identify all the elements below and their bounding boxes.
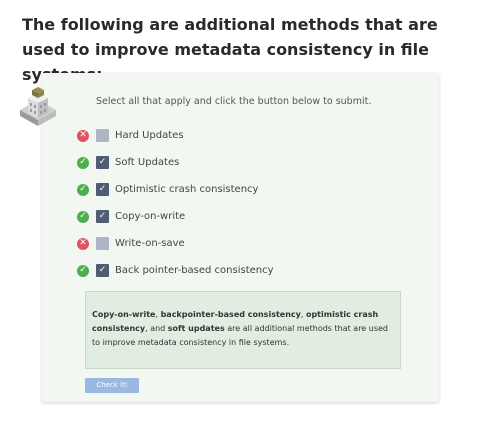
quiz-instructions: Select all that apply and click the butt… [96,96,372,107]
feedback-term: backpointer-based consistency [160,310,301,319]
check-circle-icon: ✓ [77,183,89,196]
option-label: Optimistic crash consistency [115,184,259,195]
feedback-text: , and [145,324,168,333]
option-label: Copy-on-write [115,211,186,222]
building-icon [16,84,58,128]
option-label: Soft Updates [115,157,180,168]
feedback-term: Copy-on-write [92,310,156,319]
checkbox-write-on-save[interactable] [96,237,109,250]
check-circle-icon: ✓ [77,156,89,169]
option-soft-updates[interactable]: ✓ ✓ Soft Updates [77,149,274,176]
option-label: Back pointer-based consistency [115,265,274,276]
option-back-pointer-based-consistency[interactable]: ✓ ✓ Back pointer-based consistency [77,257,274,284]
check-it-button[interactable]: Check it! [85,378,139,393]
checkbox-back-pointer-based-consistency[interactable]: ✓ [96,264,109,277]
option-label: Hard Updates [115,130,184,141]
feedback-term: soft updates [167,324,225,333]
x-circle-icon: ✕ [77,129,89,142]
checkbox-optimistic-crash-consistency[interactable]: ✓ [96,183,109,196]
x-circle-icon: ✕ [77,237,89,250]
checkbox-hard-updates[interactable] [96,129,109,142]
option-optimistic-crash-consistency[interactable]: ✓ ✓ Optimistic crash consistency [77,176,274,203]
option-copy-on-write[interactable]: ✓ ✓ Copy-on-write [77,203,274,230]
option-hard-updates[interactable]: ✕ Hard Updates [77,122,274,149]
check-circle-icon: ✓ [77,210,89,223]
checkbox-copy-on-write[interactable]: ✓ [96,210,109,223]
option-write-on-save[interactable]: ✕ Write-on-save [77,230,274,257]
feedback-box: Copy-on-write, backpointer-based consist… [85,291,401,369]
check-circle-icon: ✓ [77,264,89,277]
checkbox-soft-updates[interactable]: ✓ [96,156,109,169]
option-label: Write-on-save [115,238,185,249]
options-list: ✕ Hard Updates ✓ ✓ Soft Updates ✓ ✓ Opti… [77,122,274,284]
